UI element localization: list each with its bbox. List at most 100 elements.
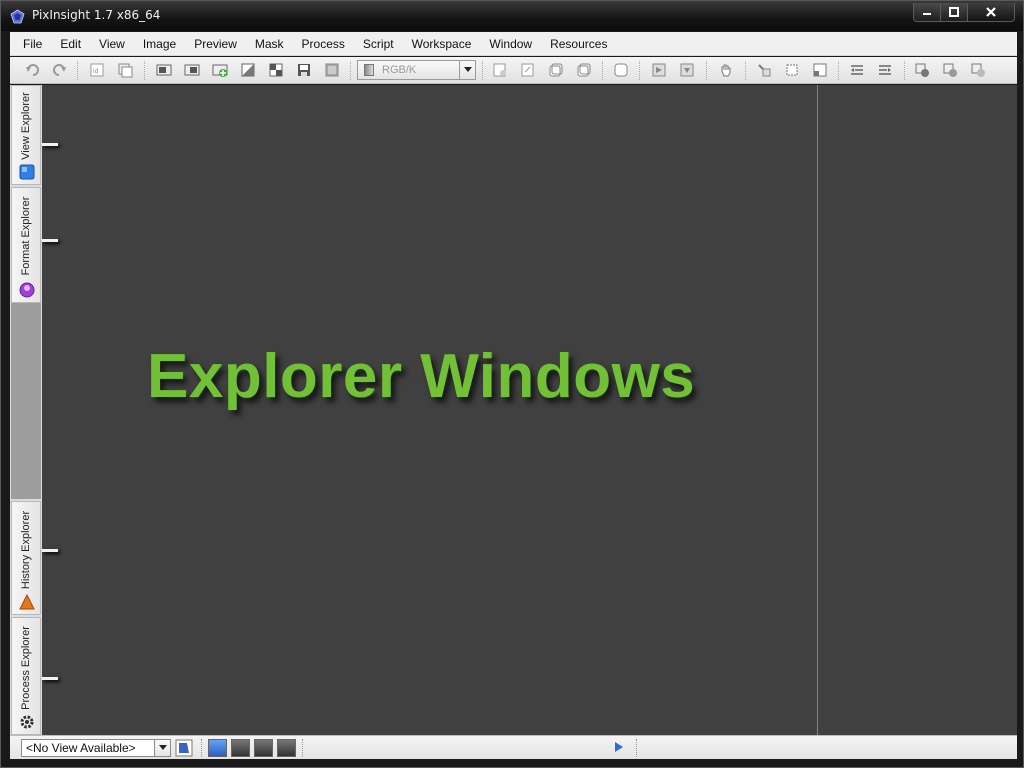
save-button[interactable]: [295, 61, 313, 79]
zoom-fit-button[interactable]: [547, 61, 565, 79]
toolbar-separator: [482, 61, 484, 80]
preview-edit-button[interactable]: [678, 61, 696, 79]
save-icon: [298, 64, 310, 76]
toolbar-separator: [904, 61, 906, 80]
pan-icon: [614, 63, 628, 77]
status-bar: <No View Available>: [10, 735, 1017, 759]
menu-edit[interactable]: Edit: [51, 33, 90, 55]
process-explorer-icon: [20, 715, 34, 729]
select-icon: [813, 63, 827, 77]
view-selector[interactable]: <No View Available>: [21, 739, 171, 757]
tab-marker-history-explorer: [42, 549, 58, 552]
duplicate-button[interactable]: [183, 61, 201, 79]
zoom-actual-button[interactable]: [575, 61, 593, 79]
tab-marker-view-explorer: [42, 143, 58, 146]
process-3-button[interactable]: [969, 61, 987, 79]
close-button[interactable]: [968, 3, 1015, 22]
color-space-select[interactable]: RGB/K: [357, 60, 476, 80]
explorer-tab-bar: View Explorer Format Explorer History Ex…: [10, 85, 42, 735]
process-3-icon: [971, 63, 985, 77]
menu-file[interactable]: File: [14, 33, 51, 55]
hand-button[interactable]: [717, 61, 735, 79]
tab-history-explorer-label: History Explorer: [20, 510, 32, 590]
menu-resources[interactable]: Resources: [541, 33, 616, 55]
view-info-icon[interactable]: [175, 739, 193, 757]
swatch-button-3[interactable]: [254, 739, 273, 757]
zoom-fit-icon: [549, 63, 563, 77]
menu-preview[interactable]: Preview: [185, 33, 246, 55]
pan-button[interactable]: [612, 61, 630, 79]
toolbar-separator: [838, 61, 840, 80]
select-button[interactable]: [811, 61, 829, 79]
zoom-in-icon: [493, 63, 506, 77]
clone-icon: [118, 63, 133, 78]
identifier-button[interactable]: id: [88, 61, 106, 79]
svg-text:id: id: [93, 68, 99, 75]
hand-icon: [721, 64, 731, 77]
tab-bar-gap: [11, 303, 41, 499]
toolbar-separator: [144, 61, 146, 80]
process-1-icon: [915, 63, 929, 77]
preview-new-button[interactable]: [650, 61, 668, 79]
redo-icon: [53, 64, 66, 76]
menu-script[interactable]: Script: [354, 33, 403, 55]
menu-process[interactable]: Process: [293, 33, 354, 55]
new-image-button[interactable]: [155, 61, 173, 79]
swatch-button-2[interactable]: [231, 739, 250, 757]
menu-bar: File Edit View Image Preview Mask Proces…: [10, 32, 1017, 56]
swatch-button-4[interactable]: [277, 739, 296, 757]
process-2-button[interactable]: [941, 61, 959, 79]
invert-button[interactable]: [239, 61, 257, 79]
grey-button[interactable]: [323, 61, 341, 79]
maximize-button[interactable]: [941, 3, 968, 22]
tab-marker-process-explorer: [42, 677, 58, 680]
add-image-button[interactable]: [211, 61, 229, 79]
window-title: PixInsight 1.7 x86_64: [32, 8, 161, 22]
statusbar-separator: [636, 739, 638, 757]
color-space-swatch: [364, 64, 374, 76]
tab-process-explorer[interactable]: Process Explorer: [11, 617, 41, 735]
process-1-button[interactable]: [913, 61, 931, 79]
zoom-out-icon: [521, 63, 534, 77]
swatch-button-1[interactable]: [208, 739, 227, 757]
duplicate-icon: [184, 64, 200, 76]
menu-image[interactable]: Image: [134, 33, 185, 55]
menu-view[interactable]: View: [90, 33, 134, 55]
title-bar[interactable]: PixInsight 1.7 x86_64: [1, 1, 1023, 31]
preview-new-icon: [652, 63, 666, 77]
zoom-out-button[interactable]: [519, 61, 537, 79]
undo-icon: [26, 64, 39, 76]
toolbar-separator: [639, 61, 641, 80]
history-explorer-icon: [19, 594, 35, 610]
clone-button[interactable]: [116, 61, 134, 79]
workspace-area[interactable]: Explorer Windows: [42, 85, 1017, 735]
tab-format-explorer[interactable]: Format Explorer: [11, 187, 41, 303]
menu-workspace[interactable]: Workspace: [403, 33, 481, 55]
statusbar-separator: [302, 739, 304, 757]
chevron-down-icon: [459, 61, 475, 79]
zoom-actual-icon: [577, 63, 591, 77]
statusbar-separator: [201, 739, 203, 757]
toolbar-separator: [745, 61, 747, 80]
play-icon[interactable]: [615, 742, 623, 752]
toolbar-separator: [350, 61, 352, 80]
menu-mask[interactable]: Mask: [246, 33, 293, 55]
minimize-button[interactable]: [913, 3, 941, 22]
pixinsight-logo-icon: [10, 9, 25, 24]
tab-view-explorer[interactable]: View Explorer: [11, 85, 41, 185]
undo-button[interactable]: [24, 61, 42, 79]
readout-button[interactable]: [755, 61, 773, 79]
checker-button[interactable]: [267, 61, 285, 79]
redo-button[interactable]: [50, 61, 68, 79]
add-image-icon: [212, 64, 228, 77]
mask-show-button[interactable]: [848, 61, 866, 79]
format-explorer-icon: [19, 282, 35, 298]
tab-history-explorer[interactable]: History Explorer: [11, 501, 41, 615]
crop-button[interactable]: [783, 61, 801, 79]
menu-window[interactable]: Window: [480, 33, 541, 55]
zoom-in-button[interactable]: [491, 61, 509, 79]
tab-view-explorer-label: View Explorer: [20, 92, 32, 160]
crop-icon: [786, 64, 798, 76]
mask-hide-button[interactable]: [876, 61, 894, 79]
preview-edit-icon: [680, 63, 694, 77]
